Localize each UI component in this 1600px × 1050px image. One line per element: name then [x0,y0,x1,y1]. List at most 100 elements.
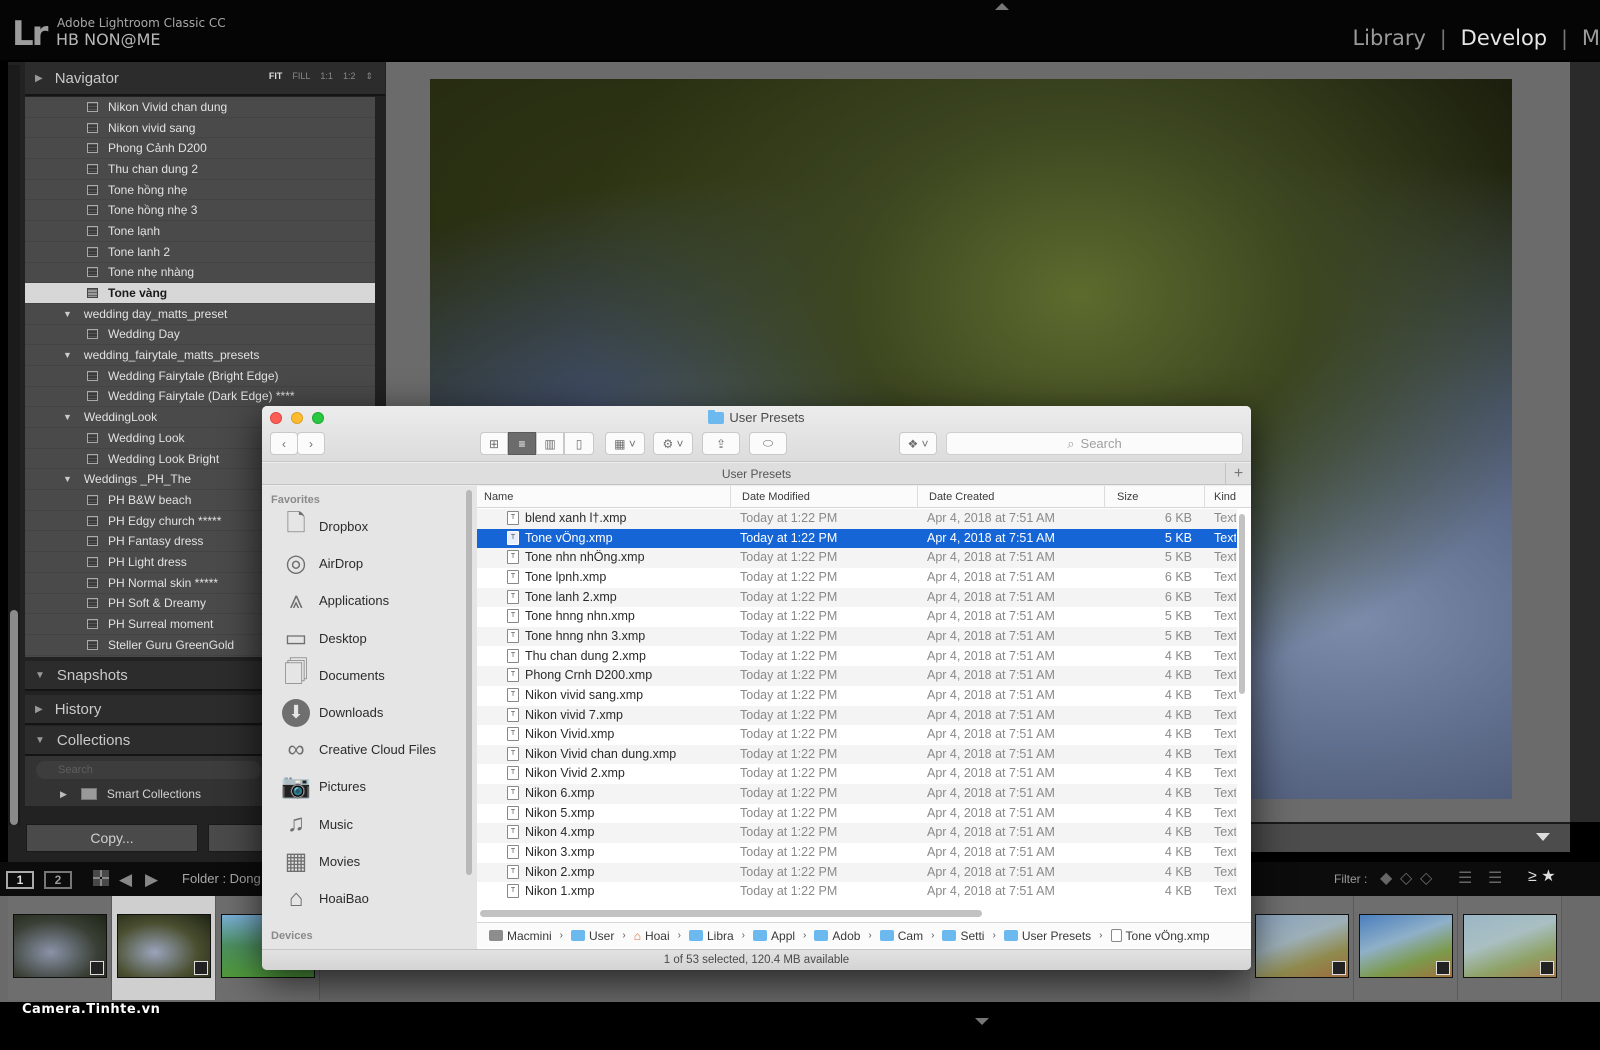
column-divider[interactable] [730,486,731,508]
path-crumb[interactable]: Tone vÖng.xmp [1110,929,1210,943]
paste-settings-button[interactable] [208,824,268,852]
preset-item[interactable]: Wedding Day [25,325,375,346]
collections-search-input[interactable]: Search [36,761,261,779]
preset-item[interactable]: Tone hồng nhẹ 3 [25,200,375,222]
preset-item[interactable]: Wedding Fairytale (Bright Edge) [25,366,375,387]
disclosure-triangle-icon[interactable]: ▼ [63,309,72,319]
file-row[interactable]: T Nikon 1.xmp Today at 1:22 PM Apr 4, 2018 … [477,882,1237,902]
file-row-selected[interactable]: T Tone vÖng.xmp Today at 1:22 PM Apr 4, 201… [477,528,1237,549]
secondary-window-button[interactable]: 2 [44,871,72,889]
tags-button[interactable]: ⬭ [749,432,787,455]
sidebar-item-desktop[interactable]: ▭ Desktop [280,620,367,657]
column-date-modified[interactable]: Date Modified [742,491,810,503]
file-list-horizontal-scrollbar[interactable] [480,910,982,917]
column-divider[interactable] [1204,486,1205,508]
smart-collections-item[interactable]: ▶ Smart Collections [60,787,201,801]
preset-folder[interactable]: ▼ wedding day_matts_preset [25,304,375,325]
toolbar-menu-chevron-icon[interactable] [1536,833,1550,841]
preset-item[interactable]: Tone lanh 2 [25,242,375,263]
preset-item[interactable]: Phong Cảnh D200 [25,138,375,160]
sidebar-item-airdrop[interactable]: ◎ AirDrop [280,545,364,582]
flag-pick-icon[interactable]: ◆ [1380,868,1392,888]
file-row[interactable]: T Nikon vivid sang.xmp Today at 1:22 PM Apr… [477,686,1237,706]
file-row[interactable]: T Nikon vivid 7.xmp Today at 1:22 PM Apr 4,… [477,705,1237,726]
preset-item[interactable]: Tone nhẹ nhàng [25,263,375,284]
zoom-1-1[interactable]: 1:1 [320,71,333,82]
filmstrip-thumbnail[interactable] [1250,896,1354,1000]
sidebar-item-dropbox[interactable]: 🗋 Dropbox [280,508,368,545]
filmstrip-thumbnail[interactable] [1354,896,1458,1000]
sidebar-item-downloads[interactable]: ⬇ Downloads [280,694,383,731]
column-divider[interactable] [1104,486,1105,508]
filmstrip-source-label[interactable]: Folder : Dong [182,871,261,886]
file-row[interactable]: T Nikon 4.xmp Today at 1:22 PM Apr 4, 2018 … [477,823,1237,843]
sidebar-item-pictures[interactable]: 📷 Pictures [280,768,366,805]
path-crumb[interactable]: User [571,929,614,943]
path-crumb[interactable]: Libra [688,929,734,943]
list-view-button[interactable]: ≡ [508,432,536,455]
top-panel-toggle-icon[interactable] [995,3,1009,10]
back-arrow-icon[interactable]: ◀ [119,870,132,890]
file-row[interactable]: T Tone lanh 2.xmp Today at 1:22 PM Apr 4, 2… [477,587,1237,608]
dropbox-menu-button[interactable]: ❖ ˅ [899,432,937,455]
share-button[interactable]: ⇪ [702,432,740,455]
copy-settings-button[interactable]: Copy... [26,824,198,852]
forward-arrow-icon[interactable]: ▶ [145,870,158,890]
flag-unflagged-icon[interactable]: ◇ [1400,868,1412,888]
path-crumb[interactable]: Setti [942,929,984,943]
file-row[interactable]: T Tone lpnh.xmp Today at 1:22 PM Apr 4, 201… [477,568,1237,588]
icon-view-button[interactable]: ⊞ [480,432,508,455]
column-date-created[interactable]: Date Created [929,491,994,503]
sidebar-item-applications[interactable]: ⩓ Applications [280,582,389,619]
file-row[interactable]: Tblend xanh l†.xmp Today at 1:22 PM Apr 4,… [477,509,1237,529]
disclosure-triangle-icon[interactable]: ▼ [63,474,72,484]
filmstrip-thumbnail-selected[interactable] [112,896,216,1000]
path-crumb[interactable]: Adob [814,929,860,943]
path-crumb[interactable]: Appl [753,929,795,943]
path-crumb[interactable]: User Presets [1003,929,1091,943]
file-row[interactable]: T Nikon 6.xmp Today at 1:22 PM Apr 4, 2018 … [477,784,1237,804]
module-develop[interactable]: Develop [1447,26,1561,50]
file-row[interactable]: T Nikon Vivid.xmp Today at 1:22 PM Apr 4, 2… [477,725,1237,745]
sidebar-item-music[interactable]: ♫ Music [280,806,353,843]
column-size[interactable]: Size [1117,491,1138,503]
sidebar-item-movies[interactable]: ▦ Movies [280,843,361,880]
preset-item[interactable]: Thu chan dung 2 [25,159,375,180]
file-row[interactable]: T Phong Crnh D200.xmp Today at 1:22 PM Apr … [477,666,1237,686]
rating-filter[interactable]: ≥ ★ [1528,866,1556,886]
navigator-panel-header[interactable]: ▶ Navigator FIT FILL 1:1 1:2 ⇕ [25,62,385,96]
path-crumb[interactable]: Macmini [489,929,552,943]
path-crumb[interactable]: ⌂ Hoai [634,929,670,943]
preset-item[interactable]: Tone hồng nhẹ [25,180,375,201]
module-library[interactable]: Library [1338,26,1439,50]
preset-item[interactable]: Nikon vivid sang [25,118,375,139]
zoom-fill[interactable]: FILL [292,71,310,82]
unedited-filter-icon[interactable]: ☰ [1488,868,1502,888]
preset-item[interactable]: Wedding Fairytale (Dark Edge) **** [25,387,375,408]
file-row[interactable]: T Thu chan dung 2.xmp Today at 1:22 PM Apr … [477,647,1237,667]
path-crumb[interactable]: Cam [879,929,923,943]
disclosure-triangle-icon[interactable]: ▼ [63,412,72,422]
filmstrip-thumbnail[interactable] [1458,896,1562,1000]
column-divider[interactable] [917,486,918,508]
action-menu-button[interactable]: ⚙ ˅ [653,432,693,455]
file-list-vertical-scrollbar[interactable] [1239,514,1245,694]
back-button[interactable]: ‹ [270,432,298,455]
file-row[interactable]: T Tone nhn nhÖng.xmp Today at 1:22 PM Apr 4… [477,548,1237,568]
finder-search-input[interactable]: ⌕ Search [946,432,1243,455]
sidebar-item-creative-cloud-files[interactable]: ∞ Creative Cloud Files [280,731,436,768]
module-map[interactable]: M [1568,26,1600,50]
file-row[interactable]: T Nikon Vivid 2.xmp Today at 1:22 PM Apr 4,… [477,764,1237,784]
forward-button[interactable]: › [297,432,325,455]
add-tab-button[interactable]: + [1225,463,1251,485]
preset-folder[interactable]: ▼ wedding_fairytale_matts_presets [25,345,375,366]
preset-item[interactable]: Nikon Vivid chan dung [25,97,375,118]
flag-rejected-icon[interactable]: ◇ [1420,868,1432,888]
file-row[interactable]: T Nikon 5.xmp Today at 1:22 PM Apr 4, 2018 … [477,804,1237,824]
zoom-stepper-icon[interactable]: ⇕ [365,71,373,82]
column-kind[interactable]: Kind [1214,491,1236,503]
column-view-button[interactable]: ▥ [536,432,564,455]
edited-filter-icon[interactable]: ☰ [1458,868,1472,888]
sidebar-item-documents[interactable]: 🗍 Documents [280,657,385,694]
grid-view-icon[interactable] [93,870,109,886]
